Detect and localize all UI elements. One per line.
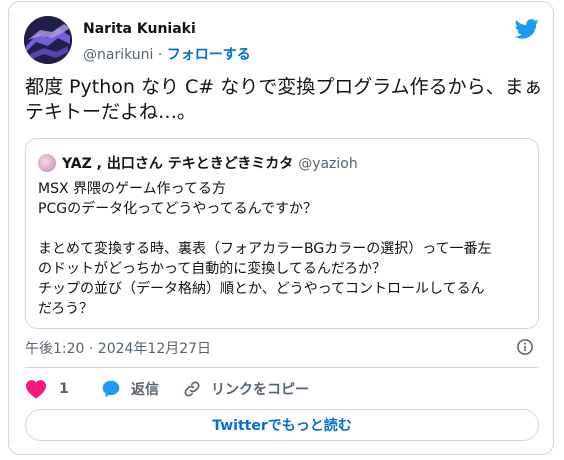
quoted-line: MSX 界隈のゲーム作ってる方 [38,181,226,197]
avatar-image [24,16,72,64]
divider [25,367,539,368]
tweet-timestamp[interactable]: 午後1:20 · 2024年12月27日 [25,338,211,358]
quoted-line: PCGのデータ化ってどうやってるんですか？ [38,201,317,217]
reply-button[interactable]: 返信 [101,376,159,402]
author-meta: @narikuni · フォローする [83,44,251,64]
reply-label: 返信 [131,382,159,398]
author-handle[interactable]: @narikuni [83,47,153,63]
quoted-author-name: YAZ , 出口さん テキときどきミカタ [62,156,294,172]
quoted-tweet[interactable]: YAZ , 出口さん テキときどきミカタ @yazioh MSX 界隈のゲーム作… [25,138,539,329]
quoted-line: まとめて変換する時、裏表（フォアカラーBGカラーの選択）って一番左 [38,241,492,257]
follow-button[interactable]: フォローする [167,47,251,63]
embedded-tweet-card: Narita Kuniaki @narikuni · フォローする 都度 Pyt… [8,1,554,455]
info-icon[interactable] [516,338,534,356]
quoted-author-handle: @yazioh [298,156,358,172]
copy-link-label: リンクをコピー [211,382,309,398]
quoted-line: チップの並び（データ格納）順とか、どうやってコントロールしてるん [38,281,485,297]
author-avatar[interactable] [24,16,72,64]
tweet-text: 都度 Python なり C# なりで変換プログラム作るから、まぁテキトーだよね… [25,76,543,123]
speech-bubble-icon [102,380,120,398]
twitter-bird-icon[interactable] [515,19,539,39]
quoted-line: のドットがどっちかって自動的に変換してるんだろか？ [38,261,387,277]
read-more-button[interactable]: Twitterでもっと読む [25,409,539,441]
author-name[interactable]: Narita Kuniaki [83,21,196,37]
copy-link-button[interactable]: リンクをコピー [183,376,309,402]
like-count: 1 [59,381,69,397]
quoted-line [38,219,528,239]
like-button[interactable]: 1 [25,376,69,402]
quoted-line: だろう？ [38,301,94,317]
meta-separator: · [157,47,163,63]
quoted-tweet-text: MSX 界隈のゲーム作ってる方 PCGのデータ化ってどうやってるんですか？ まと… [38,179,528,319]
heart-icon [26,380,46,399]
quoted-author-avatar [38,154,56,172]
quoted-author-line: YAZ , 出口さん テキときどきミカタ @yazioh [62,153,358,173]
link-icon [184,381,200,397]
